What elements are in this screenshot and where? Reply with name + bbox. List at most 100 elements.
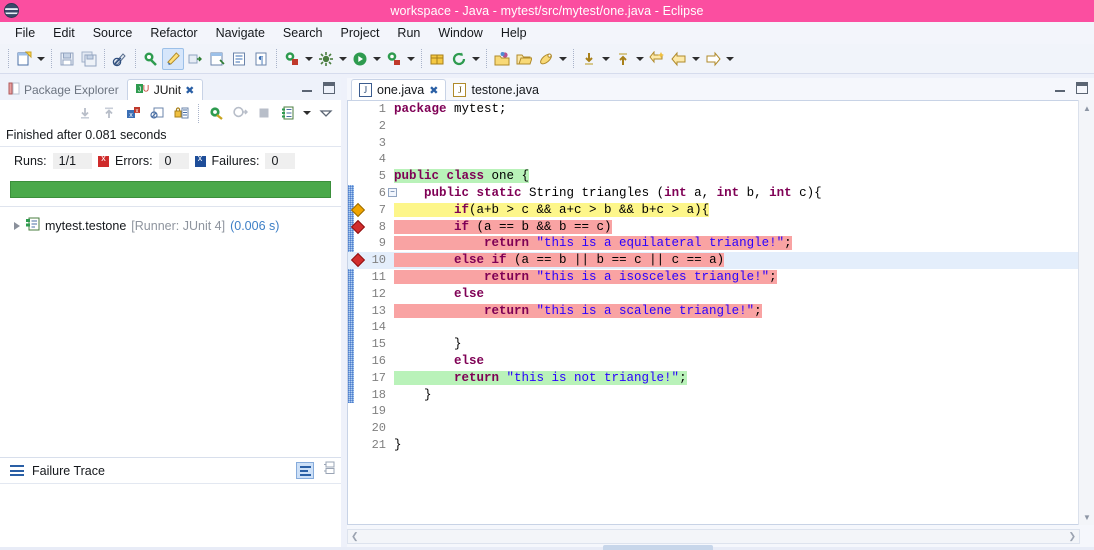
rerun-failed-tests-icon[interactable] xyxy=(229,103,251,123)
view-menu-icon[interactable] xyxy=(319,461,335,480)
refresh-icon[interactable] xyxy=(448,48,470,70)
show-tests-in-hierarchy-icon[interactable] xyxy=(146,103,168,123)
filter-stack-trace-icon[interactable] xyxy=(296,462,314,479)
new-annotation-icon[interactable] xyxy=(426,48,448,70)
tab-testone-java[interactable]: J testone.java xyxy=(446,79,545,100)
next-annotation-icon[interactable] xyxy=(578,48,600,70)
view-tab-package-explorer[interactable]: Package Explorer xyxy=(0,79,127,100)
menu-window[interactable]: Window xyxy=(429,24,491,42)
code-line[interactable]: 3 xyxy=(348,135,1094,152)
new-dropdown-caret[interactable] xyxy=(35,48,47,70)
scroll-lock-icon[interactable] xyxy=(170,103,192,123)
menu-search[interactable]: Search xyxy=(274,24,332,42)
previous-failure-icon[interactable] xyxy=(98,103,120,123)
export-icon[interactable] xyxy=(184,48,206,70)
new-java-package-icon[interactable] xyxy=(162,47,184,70)
save-icon[interactable] xyxy=(56,48,78,70)
close-icon[interactable]: ✖ xyxy=(429,84,438,97)
code-line[interactable]: 11 return "this is a isosceles triangle!… xyxy=(348,269,1094,286)
scroll-left-icon[interactable]: ❮ xyxy=(351,531,359,542)
code-line[interactable]: 2 xyxy=(348,118,1094,135)
menu-source[interactable]: Source xyxy=(84,24,142,42)
code-line[interactable]: 1 package mytest; xyxy=(348,101,1094,118)
refresh-caret[interactable] xyxy=(470,48,482,70)
back-icon[interactable] xyxy=(668,48,690,70)
open-type-icon[interactable] xyxy=(206,48,228,70)
view-tab-junit[interactable]: JU JUnit ✖ xyxy=(126,79,204,100)
menu-run[interactable]: Run xyxy=(388,24,429,42)
debug-icon[interactable] xyxy=(281,48,303,70)
forward-icon[interactable] xyxy=(702,48,724,70)
test-run-history-icon[interactable] xyxy=(277,103,299,123)
close-icon[interactable]: ✖ xyxy=(185,84,194,97)
code-lines[interactable]: 1 package mytest; 2 3 4 5 public class one {6−… xyxy=(348,101,1094,524)
forward-caret[interactable] xyxy=(724,48,736,70)
open-folder-icon[interactable] xyxy=(513,48,535,70)
menu-edit[interactable]: Edit xyxy=(44,24,84,42)
collapsed-twisty-icon[interactable] xyxy=(14,221,20,230)
run-as-caret[interactable] xyxy=(405,48,417,70)
maximize-icon[interactable] xyxy=(323,82,335,94)
open-resource-icon[interactable] xyxy=(491,48,513,70)
run-icon[interactable] xyxy=(349,48,371,70)
scroll-down-icon[interactable]: ▼ xyxy=(1079,509,1094,525)
external-tools-caret[interactable] xyxy=(337,48,349,70)
menu-help[interactable]: Help xyxy=(492,24,536,42)
menu-navigate[interactable]: Navigate xyxy=(207,24,274,42)
code-line[interactable]: 5 public class one { xyxy=(348,168,1094,185)
code-line[interactable]: 18 } xyxy=(348,387,1094,404)
run-as-icon[interactable] xyxy=(383,48,405,70)
next-annotation-caret[interactable] xyxy=(600,48,612,70)
code-line[interactable]: 14 xyxy=(348,319,1094,336)
new-java-project-icon[interactable] xyxy=(140,48,162,70)
code-line[interactable]: 10 else if (a == b || b == c || c == a) xyxy=(348,252,1094,269)
editor-body[interactable]: 1 package mytest; 2 3 4 5 public class one {6−… xyxy=(347,100,1094,525)
code-line[interactable]: 20 xyxy=(348,420,1094,437)
toggle-markoccurrences-icon[interactable] xyxy=(109,48,131,70)
view-menu-caret[interactable] xyxy=(301,102,313,124)
save-all-icon[interactable] xyxy=(78,48,100,70)
run-dropdown-caret[interactable] xyxy=(371,48,383,70)
previous-annotation-caret[interactable] xyxy=(634,48,646,70)
menu-project[interactable]: Project xyxy=(332,24,389,42)
list-item[interactable]: mytest.testone [Runner: JUnit 4] (0.006 … xyxy=(0,215,341,236)
search-caret[interactable] xyxy=(557,48,569,70)
code-line[interactable]: 7 if(a+b > c && a+c > b && b+c > a){ xyxy=(348,202,1094,219)
editor-horizontal-scrollbar[interactable]: ❮ ❯ xyxy=(347,529,1080,544)
external-tools-icon[interactable] xyxy=(315,48,337,70)
scroll-up-icon[interactable]: ▲ xyxy=(1079,100,1094,116)
open-task-icon[interactable] xyxy=(228,48,250,70)
code-line[interactable]: 21} xyxy=(348,437,1094,454)
minimize-icon[interactable] xyxy=(301,82,313,94)
rerun-test-icon[interactable] xyxy=(205,103,227,123)
code-line[interactable]: 19 xyxy=(348,403,1094,420)
toggle-breadcrumb-icon[interactable]: ¶ xyxy=(250,48,272,70)
code-line[interactable]: 6− public static String triangles (int a… xyxy=(348,185,1094,202)
scroll-right-icon[interactable]: ❯ xyxy=(1068,531,1076,542)
debug-dropdown-caret[interactable] xyxy=(303,48,315,70)
menu-file[interactable]: File xyxy=(6,24,44,42)
maximize-icon[interactable] xyxy=(1076,82,1088,94)
minimize-view-caret[interactable] xyxy=(315,103,337,123)
new-wizard-icon[interactable] xyxy=(13,48,35,70)
code-line[interactable]: 4 xyxy=(348,151,1094,168)
code-line[interactable]: 12 else xyxy=(348,286,1094,303)
tab-one-java[interactable]: J one.java ✖ xyxy=(351,79,447,100)
next-failure-icon[interactable] xyxy=(74,103,96,123)
search-icon[interactable] xyxy=(535,48,557,70)
show-failures-only-icon[interactable]: xx xyxy=(122,103,144,123)
editor-vertical-scrollbar[interactable]: ▲ ▼ xyxy=(1078,100,1094,525)
stop-icon[interactable] xyxy=(253,103,275,123)
code-line[interactable]: 15 } xyxy=(348,336,1094,353)
minimize-icon[interactable] xyxy=(1054,82,1066,94)
previous-annotation-icon[interactable] xyxy=(612,48,634,70)
code-line[interactable]: 17 return "this is not triangle!"; xyxy=(348,370,1094,387)
back-caret[interactable] xyxy=(690,48,702,70)
bottom-view-nub[interactable] xyxy=(603,545,713,550)
code-line[interactable]: 8 if (a == b && b == c) xyxy=(348,219,1094,236)
code-line[interactable]: 13 return "this is a scalene triangle!"; xyxy=(348,303,1094,320)
menu-refactor[interactable]: Refactor xyxy=(141,24,206,42)
code-line[interactable]: 9 return "this is a equilateral triangle… xyxy=(348,235,1094,252)
last-edit-icon[interactable] xyxy=(646,48,668,70)
code-line[interactable]: 16 else xyxy=(348,353,1094,370)
